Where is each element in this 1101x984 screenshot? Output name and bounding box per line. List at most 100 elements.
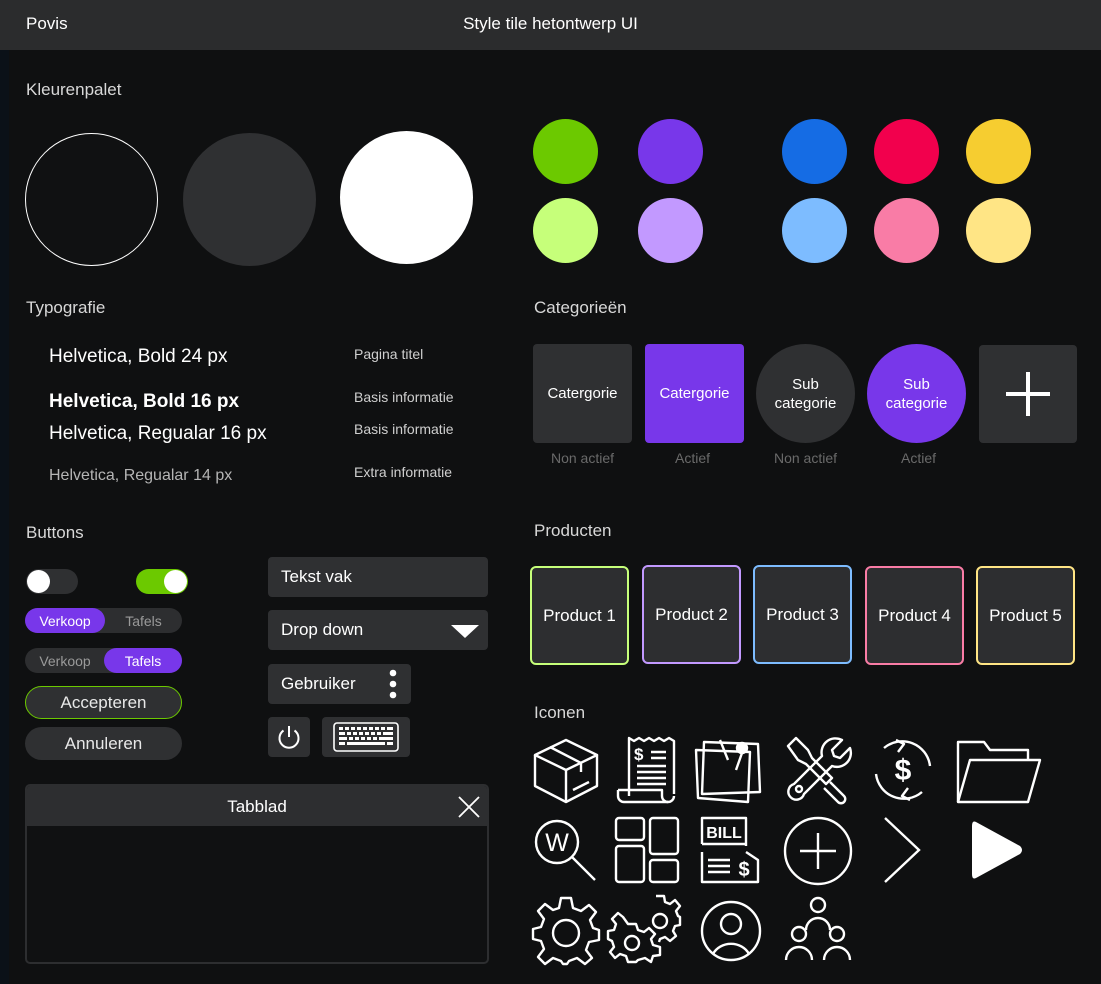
product-tile-1[interactable]: Product 1 [530,566,629,665]
color-green-swatch [533,119,598,184]
type-sample-small: Helvetica, Regualar 14 px [49,467,233,484]
toggle-knob [164,570,187,593]
toggle-off[interactable] [26,569,78,594]
category-active[interactable]: Catergorie [645,344,744,443]
left-edge [0,50,9,984]
subcategory-state-label: Non actief [773,450,838,466]
type-sample-bold: Helvetica, Bold 16 px [49,391,240,412]
type-usage-title: Pagina titel [354,346,424,362]
dropdown-value: Drop down [281,620,364,639]
color-black-circle [25,133,158,266]
gear-icon [531,896,601,966]
dollar-refresh-icon: $ [870,736,936,804]
product-label: Product 3 [766,604,839,624]
more-vertical-icon[interactable] [389,669,397,699]
power-icon [278,726,300,749]
section-typography-title: Typografie [26,298,106,317]
subcategory-label: Sub categorie [774,375,837,412]
gears-icon [612,894,680,964]
accept-button[interactable]: Accepteren [25,686,182,719]
users-group-icon [784,896,852,962]
add-category-button[interactable] [979,345,1077,443]
subcategory-label: Sub categorie [885,375,948,412]
bill-text: BILL [706,825,742,842]
segment-verkoop[interactable]: Verkoop [25,648,105,673]
folder-icon [954,738,1042,804]
segment-verkoop[interactable]: Verkoop [25,608,105,633]
product-label: Product 2 [655,604,728,624]
product-label: Product 1 [543,605,616,625]
color-purple-swatch [638,119,703,184]
product-tile-3[interactable]: Product 3 [753,565,852,664]
toggle-knob [27,570,50,593]
color-pink-swatch [874,198,939,263]
product-tile-4[interactable]: Product 4 [865,566,964,665]
color-light-blue-swatch [782,198,847,263]
subcategory-state-label: Actief [900,450,936,466]
receipt-icon: $ [616,736,678,804]
receipt-dollar-text: $ [634,745,644,764]
color-light-purple-swatch [638,198,703,263]
tab-content [27,826,487,962]
plus-icon [1006,372,1050,416]
type-usage-small: Extra informatie [354,464,453,480]
type-usage-regular: Basis informatie [354,421,454,437]
tab-panel: Tabblad [25,784,489,964]
user-circle-icon [700,898,762,964]
category-inactive[interactable]: Catergorie [533,344,632,443]
text-field-value: Tekst vak [281,567,352,586]
add-circle-icon [783,816,853,886]
subcategory-inactive[interactable]: Sub categorie [756,344,855,443]
box-icon [533,738,599,804]
dollar-text: $ [895,754,912,787]
section-colors-title: Kleurenpalet [26,80,122,99]
color-blue-swatch [782,119,847,184]
dropdown[interactable]: Drop down [268,610,488,650]
product-label: Product 5 [989,605,1062,625]
toggle-on[interactable] [136,569,188,594]
type-usage-bold: Basis informatie [354,389,454,405]
user-field[interactable]: Gebruiker [268,664,411,704]
tab-title: Tabblad [227,797,287,816]
close-icon[interactable] [458,796,480,818]
category-state-label: Actief [674,450,710,466]
user-label: Gebruiker [281,674,356,693]
page-title: Style tile hetontwerp UI [463,14,638,33]
product-label: Product 4 [878,605,951,625]
chevron-down-icon [451,625,479,638]
play-icon [972,821,1022,879]
category-state-label: Non actief [550,450,615,466]
color-dark-grey-circle [183,133,316,266]
color-yellow-swatch [966,119,1031,184]
notes-icon [694,736,766,804]
segmented-control-sale[interactable]: Verkoop Tafels [25,608,182,633]
category-label: Catergorie [659,385,730,402]
bill-icon: BILL $ [700,816,762,886]
section-categories-title: Categorieën [534,298,627,317]
section-products-title: Producten [534,521,612,540]
text-field[interactable]: Tekst vak [268,557,488,597]
keyboard-button[interactable] [322,717,410,757]
cancel-button[interactable]: Annuleren [25,727,182,760]
color-light-green-swatch [533,198,598,263]
segment-tafels[interactable]: Tafels [104,648,182,673]
color-white-circle [340,131,473,264]
subcategory-active[interactable]: Sub categorie [867,344,966,443]
grid-layout-icon [614,816,680,884]
product-tile-5[interactable]: Product 5 [976,566,1075,665]
type-sample-regular: Helvetica, Regualar 16 px [49,423,267,444]
search-w-text: W [545,829,569,857]
search-w-icon: W [533,818,599,884]
product-tile-2[interactable]: Product 2 [642,565,741,664]
chevron-right-icon [882,816,922,884]
color-red-swatch [874,119,939,184]
tools-icon [784,736,854,804]
keyboard-icon [333,722,399,752]
category-label: Catergorie [547,385,618,402]
section-icons-title: Iconen [534,703,586,722]
segmented-control-tables[interactable]: Verkoop Tafels [25,648,182,673]
type-sample-title: Helvetica, Bold 24 px [49,346,228,367]
power-button[interactable] [268,717,310,757]
color-light-yellow-swatch [966,198,1031,263]
segment-tafels[interactable]: Tafels [105,608,182,633]
